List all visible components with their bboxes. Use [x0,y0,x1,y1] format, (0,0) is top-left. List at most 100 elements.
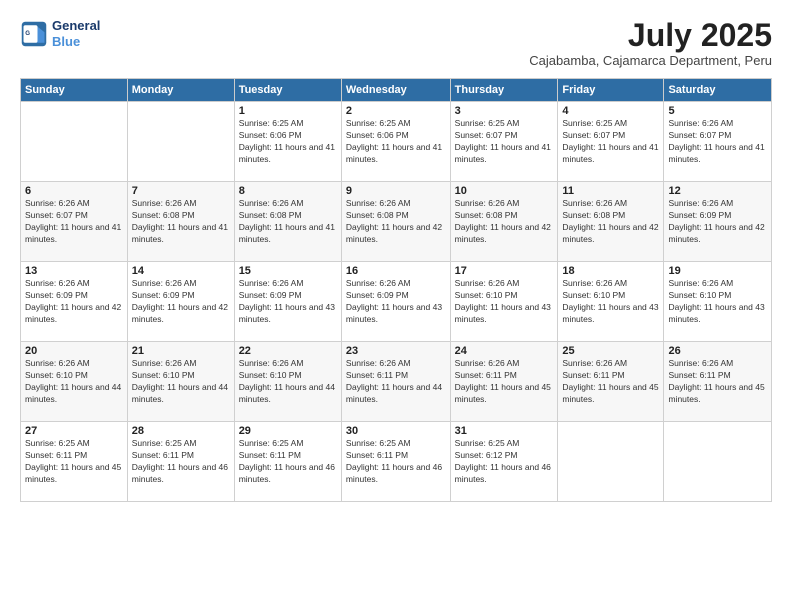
calendar-cell: 15Sunrise: 6:26 AM Sunset: 6:09 PM Dayli… [234,262,341,342]
day-number: 25 [562,345,659,357]
day-number: 28 [132,425,230,437]
day-number: 30 [346,425,446,437]
calendar-cell: 2Sunrise: 6:25 AM Sunset: 6:06 PM Daylig… [341,102,450,182]
day-number: 4 [562,105,659,117]
day-detail: Sunrise: 6:26 AM Sunset: 6:08 PM Dayligh… [346,198,446,246]
day-number: 31 [455,425,554,437]
day-number: 16 [346,265,446,277]
day-number: 17 [455,265,554,277]
calendar-cell: 5Sunrise: 6:26 AM Sunset: 6:07 PM Daylig… [664,102,772,182]
calendar-cell: 18Sunrise: 6:26 AM Sunset: 6:10 PM Dayli… [558,262,664,342]
day-detail: Sunrise: 6:26 AM Sunset: 6:09 PM Dayligh… [668,198,767,246]
calendar-cell: 10Sunrise: 6:26 AM Sunset: 6:08 PM Dayli… [450,182,558,262]
day-number: 7 [132,185,230,197]
week-row-3: 13Sunrise: 6:26 AM Sunset: 6:09 PM Dayli… [21,262,772,342]
day-number: 23 [346,345,446,357]
subtitle: Cajabamba, Cajamarca Department, Peru [529,53,772,68]
month-title: July 2025 [529,18,772,53]
calendar-cell: 7Sunrise: 6:26 AM Sunset: 6:08 PM Daylig… [127,182,234,262]
calendar-cell: 3Sunrise: 6:25 AM Sunset: 6:07 PM Daylig… [450,102,558,182]
day-detail: Sunrise: 6:25 AM Sunset: 6:07 PM Dayligh… [562,118,659,166]
day-number: 1 [239,105,337,117]
day-detail: Sunrise: 6:26 AM Sunset: 6:09 PM Dayligh… [25,278,123,326]
day-detail: Sunrise: 6:26 AM Sunset: 6:09 PM Dayligh… [239,278,337,326]
day-number: 18 [562,265,659,277]
title-block: July 2025 Cajabamba, Cajamarca Departmen… [529,18,772,68]
day-number: 22 [239,345,337,357]
weekday-tuesday: Tuesday [234,79,341,102]
weekday-sunday: Sunday [21,79,128,102]
day-number: 11 [562,185,659,197]
calendar-cell: 23Sunrise: 6:26 AM Sunset: 6:11 PM Dayli… [341,342,450,422]
calendar-cell [558,422,664,502]
svg-text:G: G [25,29,30,36]
day-detail: Sunrise: 6:26 AM Sunset: 6:09 PM Dayligh… [132,278,230,326]
calendar-cell: 4Sunrise: 6:25 AM Sunset: 6:07 PM Daylig… [558,102,664,182]
weekday-thursday: Thursday [450,79,558,102]
week-row-4: 20 Sunrise: 6:26 AM Sunset: 6:10 PM Dayli… [21,342,772,422]
logo-text: General Blue [52,18,100,49]
calendar-cell: 1Sunrise: 6:25 AM Sunset: 6:06 PM Daylig… [234,102,341,182]
header: G General Blue July 2025 Cajabamba, Caja… [20,18,772,68]
calendar-cell [21,102,128,182]
day-detail: Sunrise: 6:26 AM Sunset: 6:08 PM Dayligh… [239,198,337,246]
calendar-cell [664,422,772,502]
day-number: 13 [25,265,123,277]
day-detail: Sunrise: 6:25 AM Sunset: 6:11 PM Dayligh… [25,438,123,486]
day-number: 12 [668,185,767,197]
calendar-cell: 14Sunrise: 6:26 AM Sunset: 6:09 PM Dayli… [127,262,234,342]
day-detail: Sunrise: 6:26 AM Sunset: 6:11 PM Dayligh… [562,358,659,406]
day-number: 19 [668,265,767,277]
day-number: 29 [239,425,337,437]
day-detail: Sunrise: 6:25 AM Sunset: 6:11 PM Dayligh… [132,438,230,486]
calendar-cell: 16Sunrise: 6:26 AM Sunset: 6:09 PM Dayli… [341,262,450,342]
day-number: 2 [346,105,446,117]
weekday-monday: Monday [127,79,234,102]
day-detail: Sunrise: 6:26 AM Sunset: 6:08 PM Dayligh… [132,198,230,246]
day-detail: Sunrise: 6:25 AM Sunset: 6:11 PM Dayligh… [346,438,446,486]
calendar-cell: 30Sunrise: 6:25 AM Sunset: 6:11 PM Dayli… [341,422,450,502]
day-number: 5 [668,105,767,117]
day-detail: Sunrise: 6:26 AM Sunset: 6:10 PM Dayligh… [455,278,554,326]
weekday-wednesday: Wednesday [341,79,450,102]
week-row-2: 6Sunrise: 6:26 AM Sunset: 6:07 PM Daylig… [21,182,772,262]
weekday-header-row: SundayMondayTuesdayWednesdayThursdayFrid… [21,79,772,102]
day-detail: Sunrise: 6:25 AM Sunset: 6:06 PM Dayligh… [346,118,446,166]
calendar-cell: 19Sunrise: 6:26 AM Sunset: 6:10 PM Dayli… [664,262,772,342]
day-detail: Sunrise: 6:25 AM Sunset: 6:07 PM Dayligh… [455,118,554,166]
day-number: 26 [668,345,767,357]
calendar-cell: 27Sunrise: 6:25 AM Sunset: 6:11 PM Dayli… [21,422,128,502]
day-number: 21 [132,345,230,357]
day-detail: Sunrise: 6:26 AM Sunset: 6:10 PM Dayligh… [132,358,230,406]
logo-icon: G [20,20,48,48]
logo: G General Blue [20,18,100,49]
calendar-cell: 31Sunrise: 6:25 AM Sunset: 6:12 PM Dayli… [450,422,558,502]
week-row-5: 27Sunrise: 6:25 AM Sunset: 6:11 PM Dayli… [21,422,772,502]
calendar-cell: 24Sunrise: 6:26 AM Sunset: 6:11 PM Dayli… [450,342,558,422]
calendar-cell: 9Sunrise: 6:26 AM Sunset: 6:08 PM Daylig… [341,182,450,262]
day-detail: Sunrise: 6:26 AM Sunset: 6:11 PM Dayligh… [668,358,767,406]
day-detail: Sunrise: 6:26 AM Sunset: 6:08 PM Dayligh… [455,198,554,246]
day-detail: Sunrise: 6:26 AM Sunset: 6:11 PM Dayligh… [455,358,554,406]
weekday-saturday: Saturday [664,79,772,102]
week-row-1: 1Sunrise: 6:25 AM Sunset: 6:06 PM Daylig… [21,102,772,182]
day-number: 6 [25,185,123,197]
day-number: 20 [25,345,123,357]
weekday-friday: Friday [558,79,664,102]
calendar-cell: 25Sunrise: 6:26 AM Sunset: 6:11 PM Dayli… [558,342,664,422]
logo-line2: Blue [52,34,80,49]
calendar-cell: 21Sunrise: 6:26 AM Sunset: 6:10 PM Dayli… [127,342,234,422]
calendar-cell: 20Sunrise: 6:26 AM Sunset: 6:10 PM Dayli… [21,342,128,422]
day-detail: Sunrise: 6:25 AM Sunset: 6:06 PM Dayligh… [239,118,337,166]
calendar-table: SundayMondayTuesdayWednesdayThursdayFrid… [20,78,772,502]
calendar-cell: 8Sunrise: 6:26 AM Sunset: 6:08 PM Daylig… [234,182,341,262]
day-detail: Sunrise: 6:25 AM Sunset: 6:11 PM Dayligh… [239,438,337,486]
day-detail: Sunrise: 6:26 AM Sunset: 6:07 PM Dayligh… [668,118,767,166]
day-number: 24 [455,345,554,357]
calendar-cell: 17Sunrise: 6:26 AM Sunset: 6:10 PM Dayli… [450,262,558,342]
calendar-cell: 6Sunrise: 6:26 AM Sunset: 6:07 PM Daylig… [21,182,128,262]
day-detail: Sunrise: 6:26 AM Sunset: 6:10 PM Dayligh… [239,358,337,406]
day-number: 10 [455,185,554,197]
logo-line1: General [52,18,100,34]
day-detail: Sunrise: 6:26 AM Sunset: 6:09 PM Dayligh… [346,278,446,326]
